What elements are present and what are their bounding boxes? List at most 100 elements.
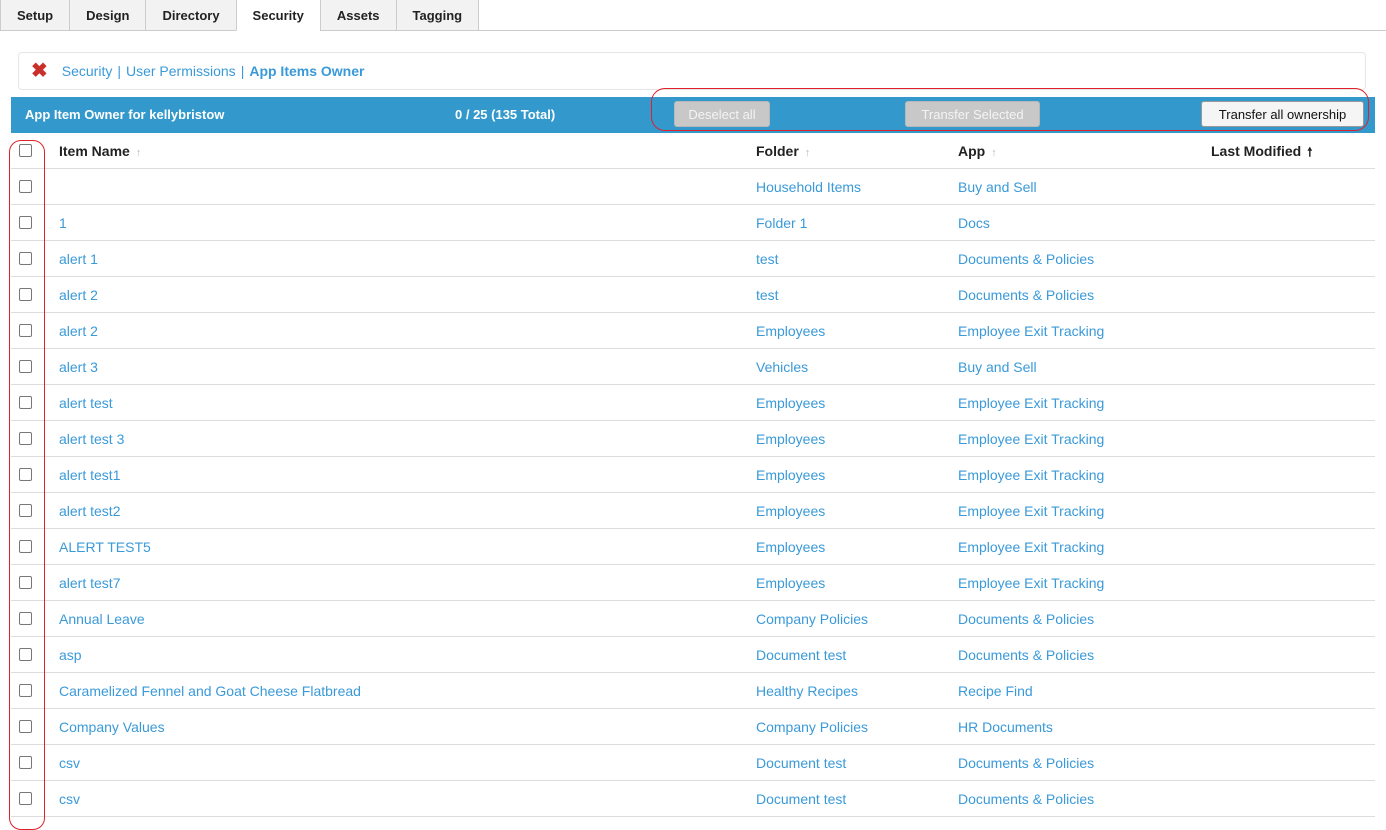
breadcrumb-security[interactable]: Security bbox=[62, 63, 113, 79]
row-checkbox[interactable] bbox=[19, 612, 32, 625]
folder-link[interactable]: test bbox=[756, 287, 779, 303]
row-checkbox[interactable] bbox=[19, 396, 32, 409]
folder-link[interactable]: Employees bbox=[756, 431, 825, 447]
row-checkbox[interactable] bbox=[19, 684, 32, 697]
app-link[interactable]: Documents & Policies bbox=[958, 251, 1094, 267]
folder-link[interactable]: Employees bbox=[756, 467, 825, 483]
app-link[interactable]: Employee Exit Tracking bbox=[958, 395, 1104, 411]
folder-link[interactable]: Household Items bbox=[756, 179, 861, 195]
app-link[interactable]: Buy and Sell bbox=[958, 179, 1037, 195]
tab-directory[interactable]: Directory bbox=[145, 0, 237, 31]
table-row: csv Document test Documents & Policies bbox=[11, 781, 1375, 817]
row-checkbox[interactable] bbox=[19, 180, 32, 193]
app-link[interactable]: Documents & Policies bbox=[958, 791, 1094, 807]
item-name-link[interactable]: alert test 3 bbox=[59, 431, 124, 447]
item-name-link[interactable]: alert test2 bbox=[59, 503, 120, 519]
app-link[interactable]: Employee Exit Tracking bbox=[958, 539, 1104, 555]
row-checkbox[interactable] bbox=[19, 468, 32, 481]
app-link[interactable]: Docs bbox=[958, 215, 990, 231]
breadcrumb-user-permissions[interactable]: User Permissions bbox=[126, 63, 236, 79]
row-checkbox[interactable] bbox=[19, 504, 32, 517]
item-name-link[interactable]: Annual Leave bbox=[59, 611, 145, 627]
select-all-checkbox[interactable] bbox=[19, 144, 32, 157]
tab-security[interactable]: Security bbox=[235, 0, 321, 31]
tab-assets[interactable]: Assets bbox=[319, 0, 397, 31]
tab-tagging[interactable]: Tagging bbox=[395, 0, 480, 31]
folder-link[interactable]: Employees bbox=[756, 395, 825, 411]
folder-link[interactable]: Document test bbox=[756, 647, 846, 663]
row-checkbox[interactable] bbox=[19, 720, 32, 733]
app-link[interactable]: Documents & Policies bbox=[958, 287, 1094, 303]
item-name-link[interactable]: alert 2 bbox=[59, 323, 98, 339]
column-header-app[interactable]: App ↑ bbox=[958, 143, 997, 159]
row-checkbox[interactable] bbox=[19, 756, 32, 769]
tab-setup[interactable]: Setup bbox=[0, 0, 71, 31]
row-checkbox[interactable] bbox=[19, 648, 32, 661]
table-row: alert 1 test Documents & Policies bbox=[11, 241, 1375, 277]
app-link[interactable]: Employee Exit Tracking bbox=[958, 431, 1104, 447]
app-link[interactable]: Employee Exit Tracking bbox=[958, 323, 1104, 339]
table-row: ALERT TEST5 Employees Employee Exit Tracki… bbox=[11, 529, 1375, 565]
column-header-folder[interactable]: Folder ↑ bbox=[756, 143, 810, 159]
item-name-link[interactable]: csv bbox=[59, 755, 80, 771]
folder-link[interactable]: Healthy Recipes bbox=[756, 683, 858, 699]
folder-link[interactable]: Document test bbox=[756, 755, 846, 771]
item-name-link[interactable]: alert test1 bbox=[59, 467, 120, 483]
item-name-link[interactable]: 1 bbox=[59, 215, 67, 231]
deselect-all-button[interactable]: Deselect all bbox=[674, 101, 770, 127]
transfer-all-ownership-button[interactable]: Transfer all ownership bbox=[1201, 101, 1364, 127]
column-header-label: Last Modified bbox=[1211, 143, 1302, 159]
column-header-last-modified[interactable]: Last Modified 🠕 bbox=[1211, 143, 1312, 164]
row-checkbox[interactable] bbox=[19, 360, 32, 373]
item-name-link[interactable]: alert test bbox=[59, 395, 113, 411]
table-header-row: Item Name ↑ Folder ↑ App ↑ Last Modified 🠕 bbox=[11, 133, 1375, 169]
folder-link[interactable]: Employees bbox=[756, 503, 825, 519]
folder-link[interactable]: test bbox=[756, 251, 779, 267]
row-checkbox[interactable] bbox=[19, 216, 32, 229]
row-checkbox[interactable] bbox=[19, 576, 32, 589]
close-icon[interactable]: ✖ bbox=[31, 61, 48, 81]
tab-design[interactable]: Design bbox=[69, 0, 147, 31]
app-link[interactable]: Employee Exit Tracking bbox=[958, 575, 1104, 591]
item-name-link[interactable]: alert 3 bbox=[59, 359, 98, 375]
folder-link[interactable]: Company Policies bbox=[756, 611, 868, 627]
app-link[interactable]: Employee Exit Tracking bbox=[958, 503, 1104, 519]
folder-link[interactable]: Company Policies bbox=[756, 719, 868, 735]
item-name-link[interactable]: alert 2 bbox=[59, 287, 98, 303]
table-row: Caramelized Fennel and Goat Cheese Flatb… bbox=[11, 673, 1375, 709]
app-link[interactable]: Documents & Policies bbox=[958, 755, 1094, 771]
folder-link[interactable]: Document test bbox=[756, 791, 846, 807]
transfer-selected-button[interactable]: Transfer Selected bbox=[905, 101, 1040, 127]
folder-link[interactable]: Employees bbox=[756, 539, 825, 555]
app-link[interactable]: Buy and Sell bbox=[958, 359, 1037, 375]
table-row: alert 2 test Documents & Policies bbox=[11, 277, 1375, 313]
column-header-item-name[interactable]: Item Name ↑ bbox=[59, 143, 141, 159]
row-checkbox[interactable] bbox=[19, 792, 32, 805]
item-name-link[interactable]: ALERT TEST5 bbox=[59, 539, 151, 555]
row-checkbox[interactable] bbox=[19, 540, 32, 553]
table-row: alert test7 Employees Employee Exit Tracki… bbox=[11, 565, 1375, 601]
table-row: Household Items Buy and Sell bbox=[11, 169, 1375, 205]
app-link[interactable]: HR Documents bbox=[958, 719, 1053, 735]
row-checkbox[interactable] bbox=[19, 324, 32, 337]
folder-link[interactable]: Vehicles bbox=[756, 359, 808, 375]
table-row: 1 Folder 1 Docs bbox=[11, 205, 1375, 241]
folder-link[interactable]: Folder 1 bbox=[756, 215, 807, 231]
folder-link[interactable]: Employees bbox=[756, 323, 825, 339]
row-checkbox[interactable] bbox=[19, 432, 32, 445]
row-checkbox[interactable] bbox=[19, 288, 32, 301]
item-name-link[interactable]: csv bbox=[59, 791, 80, 807]
folder-link[interactable]: Employees bbox=[756, 575, 825, 591]
app-link[interactable]: Documents & Policies bbox=[958, 647, 1094, 663]
item-name-link[interactable]: alert test7 bbox=[59, 575, 120, 591]
app-link[interactable]: Documents & Policies bbox=[958, 611, 1094, 627]
app-link[interactable]: Recipe Find bbox=[958, 683, 1033, 699]
item-name-link[interactable]: alert 1 bbox=[59, 251, 98, 267]
breadcrumb-separator: | bbox=[117, 63, 121, 79]
item-name-link[interactable]: Caramelized Fennel and Goat Cheese Flatb… bbox=[59, 683, 361, 699]
item-name-link[interactable]: Company Values bbox=[59, 719, 165, 735]
item-name-link[interactable]: asp bbox=[59, 647, 82, 663]
table-row: asp Document test Documents & Policies bbox=[11, 637, 1375, 673]
row-checkbox[interactable] bbox=[19, 252, 32, 265]
app-link[interactable]: Employee Exit Tracking bbox=[958, 467, 1104, 483]
